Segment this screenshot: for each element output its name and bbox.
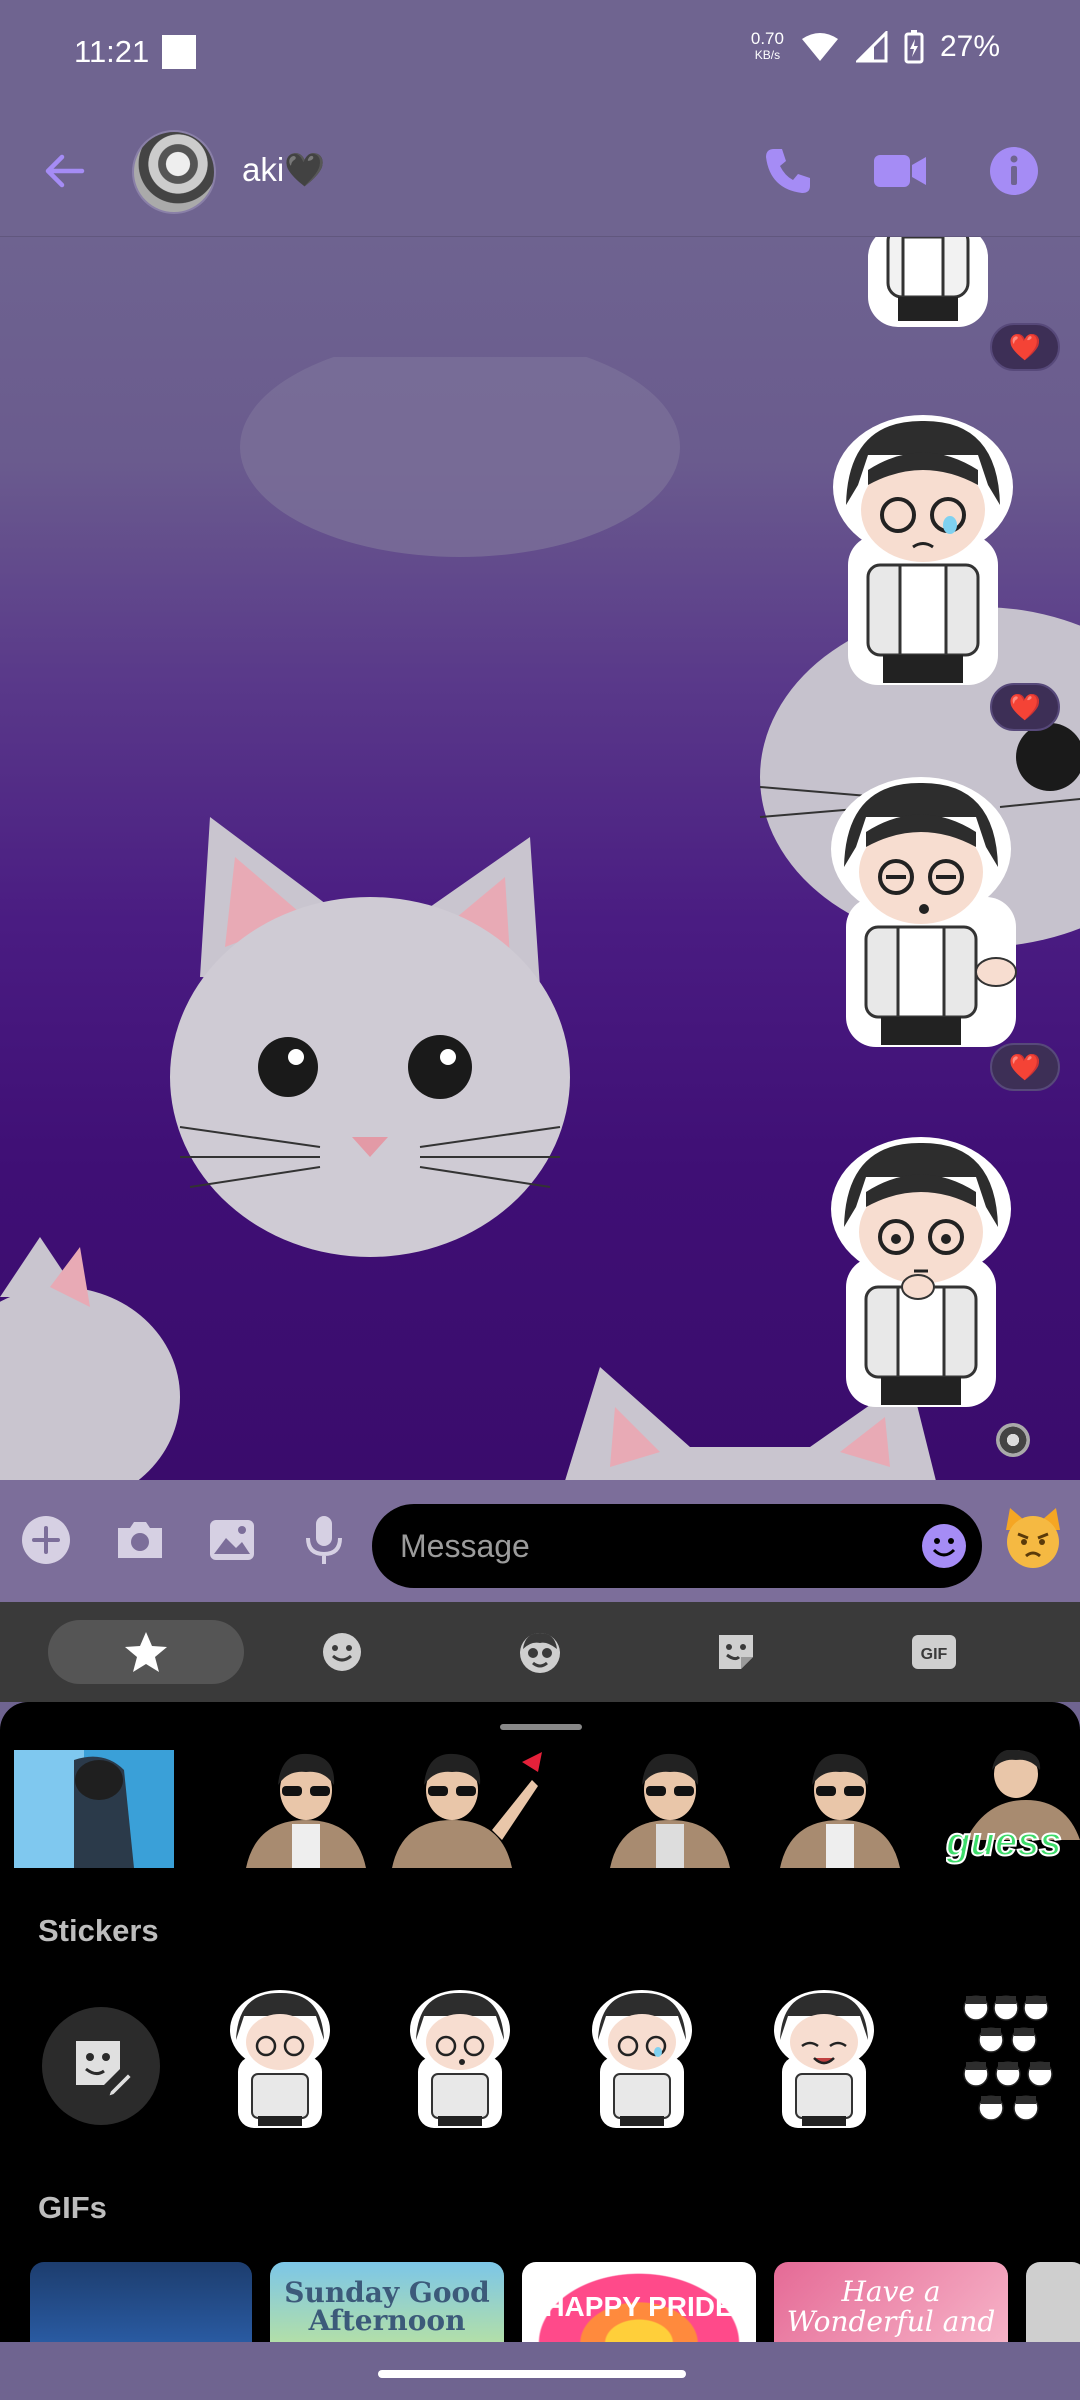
- wallpaper-cat: [0, 1237, 180, 1480]
- recent-avatar-item[interactable]: [590, 1750, 750, 1868]
- sticker-icon: [719, 1635, 753, 1669]
- message-input[interactable]: Message: [372, 1504, 982, 1588]
- status-time: 11:21: [74, 34, 150, 69]
- contact-avatar[interactable]: [132, 130, 216, 214]
- gifs-section-label: GIFs: [38, 2190, 107, 2225]
- tab-gif[interactable]: GIF: [836, 1620, 1032, 1684]
- emoji-icon[interactable]: [920, 1522, 968, 1570]
- create-sticker-button[interactable]: [42, 2007, 160, 2125]
- gif-caption: Have a Wonderful and: [786, 2275, 996, 2338]
- sticker-item[interactable]: [408, 1990, 512, 2130]
- signal-icon: [855, 31, 888, 63]
- recent-avatar-item[interactable]: [760, 1750, 920, 1868]
- network-speed: 0.70 KB/s: [751, 30, 784, 64]
- sticker-message[interactable]: [858, 237, 998, 337]
- recent-thumb-caption: guess: [946, 1819, 1063, 1865]
- system-nav-bar: [0, 2342, 1080, 2400]
- gif-caption: HAPPY PRIDE: [544, 2291, 734, 2322]
- tab-emoji[interactable]: [244, 1620, 440, 1684]
- recent-avatar-item[interactable]: [226, 1750, 386, 1868]
- gif-item[interactable]: Have a Wonderful and: [774, 2262, 1008, 2342]
- status-bar: 11:21 0.70 KB/s 27%: [0, 0, 1080, 105]
- heart-reaction: ❤️: [1008, 1051, 1042, 1082]
- sticker-item[interactable]: [590, 1990, 694, 2130]
- network-speed-value: 0.70: [750, 29, 784, 48]
- tab-avatar-stickers[interactable]: [442, 1620, 638, 1684]
- tab-stickers[interactable]: [638, 1620, 834, 1684]
- camera-icon[interactable]: [112, 1512, 168, 1568]
- message-placeholder: Message: [400, 1528, 530, 1564]
- heart-reaction: ❤️: [1008, 331, 1042, 362]
- sticker-item[interactable]: [228, 1990, 332, 2130]
- gif-caption: Sunday Good Afternoon: [284, 2276, 490, 2337]
- read-receipt-avatar: [996, 1423, 1030, 1457]
- chat-area[interactable]: ❤️ ❤️ ❤️: [0, 237, 1080, 1480]
- gif-item[interactable]: [1026, 2262, 1080, 2342]
- recent-thumb-image: [14, 1750, 174, 1868]
- gif-item[interactable]: [30, 2262, 252, 2342]
- microphone-icon[interactable]: [296, 1512, 352, 1568]
- gif-item[interactable]: HAPPY PRIDE: [522, 2262, 756, 2342]
- stickers-section-label: Stickers: [38, 1913, 159, 1948]
- plus-icon[interactable]: [18, 1512, 74, 1568]
- gif-item[interactable]: Sunday Good Afternoon: [270, 2262, 504, 2342]
- drag-handle[interactable]: [500, 1724, 582, 1730]
- wallpaper-cat: [240, 357, 680, 557]
- sticker-picker-panel: guess Stickers GIFs Sunday Good Afternoo…: [0, 1702, 1080, 2342]
- reaction-badge[interactable]: ❤️: [990, 323, 1060, 371]
- create-sticker-icon: [76, 2041, 132, 2097]
- battery-percent: 27%: [939, 30, 1000, 63]
- home-gesture-pill[interactable]: [378, 2370, 686, 2378]
- conversation-header: aki🖤: [0, 105, 1080, 237]
- picker-tab-bar: GIF: [0, 1602, 1080, 1702]
- info-icon[interactable]: [986, 143, 1042, 199]
- svg-text:GIF: GIF: [921, 1646, 948, 1663]
- cat-emoji-icon[interactable]: [1000, 1504, 1066, 1570]
- sticker-message[interactable]: [828, 415, 1018, 695]
- gif-icon: GIF: [912, 1635, 956, 1669]
- avatar-sticker-icon: [520, 1633, 560, 1673]
- wallpaper-cat: [170, 817, 570, 1257]
- recent-avatar-item[interactable]: guess: [946, 1750, 1080, 1868]
- notification-icon: [162, 35, 196, 69]
- sticker-message[interactable]: [826, 777, 1026, 1057]
- contact-name[interactable]: aki🖤: [242, 151, 325, 190]
- wifi-icon: [801, 33, 838, 61]
- recent-avatar-item[interactable]: [382, 1750, 542, 1868]
- gallery-icon[interactable]: [204, 1512, 260, 1568]
- message-composer: Message: [0, 1480, 1080, 1602]
- reaction-badge[interactable]: ❤️: [990, 1043, 1060, 1091]
- sticker-item[interactable]: [772, 1990, 876, 2130]
- network-speed-unit: KB/s: [754, 48, 781, 62]
- phone-icon[interactable]: [760, 143, 816, 199]
- favorites-star-icon: [125, 1632, 167, 1672]
- status-indicators: 0.70 KB/s 27%: [751, 30, 1000, 64]
- sticker-message[interactable]: [826, 1137, 1016, 1417]
- video-camera-icon[interactable]: [872, 143, 928, 199]
- heart-reaction: ❤️: [1008, 691, 1042, 722]
- reaction-badge[interactable]: ❤️: [990, 683, 1060, 731]
- recent-avatar-item[interactable]: [14, 1750, 174, 1868]
- tab-favorites[interactable]: [48, 1620, 244, 1684]
- emoji-icon: [323, 1633, 361, 1671]
- back-arrow-icon[interactable]: [40, 147, 88, 195]
- sticker-pack-item[interactable]: [956, 1990, 1056, 2130]
- battery-icon: [904, 30, 924, 64]
